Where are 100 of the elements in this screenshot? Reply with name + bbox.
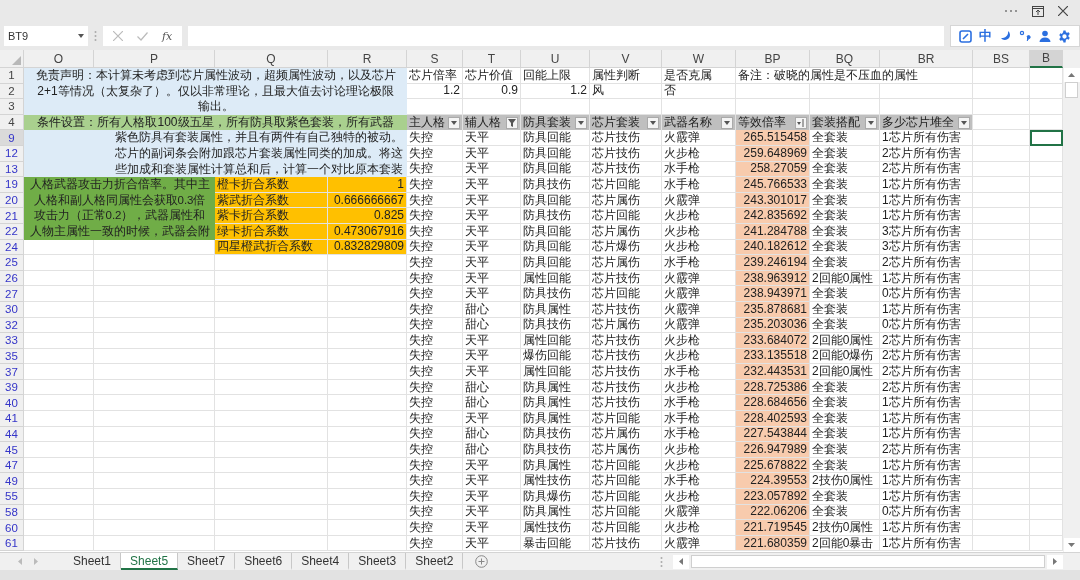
row-header[interactable]: 25 [0, 255, 24, 271]
scroll-right-button[interactable] [1047, 554, 1063, 569]
splitter-icon [94, 30, 97, 42]
row-header[interactable]: 45 [0, 442, 24, 458]
filter-button[interactable] [795, 116, 807, 129]
row-header[interactable]: 3 [0, 99, 24, 115]
table-cell: 天平 [463, 364, 521, 380]
column-header[interactable]: S [407, 50, 463, 68]
user-icon[interactable] [1038, 30, 1051, 42]
row-header[interactable]: 60 [0, 520, 24, 536]
row-header[interactable]: 49 [0, 473, 24, 490]
table-cell: 失控 [407, 255, 463, 271]
filter-button[interactable] [647, 116, 659, 129]
check-icon[interactable] [137, 31, 148, 41]
table-cell: 224.39553 [736, 473, 810, 490]
filter-button[interactable] [865, 116, 877, 129]
row-header[interactable]: 37 [0, 364, 24, 380]
table-cell: 天平 [463, 177, 521, 193]
table-cell: 228.402593 [736, 411, 810, 427]
filter-button[interactable] [506, 116, 518, 129]
insert-function-button[interactable]: fx [162, 29, 173, 43]
table-cell: 水手枪 [662, 411, 736, 427]
column-header[interactable]: BS [973, 50, 1030, 68]
restore-window-icon[interactable] [1032, 5, 1044, 17]
column-header[interactable]: BQ [810, 50, 880, 68]
scrollbar-thumb[interactable] [1065, 82, 1078, 98]
column-title: 等效倍率 [738, 114, 786, 132]
parameter-label: 芯片倍率 [407, 68, 463, 84]
table-cell: 芯片技伤 [590, 364, 662, 380]
row-header[interactable]: 41 [0, 411, 24, 427]
column-header[interactable]: P [94, 50, 215, 68]
table-cell: 芯片回能 [590, 286, 662, 302]
caret-icon [724, 120, 730, 125]
table-cell: 1芯片所有伤害 [880, 473, 973, 490]
filter-button[interactable] [721, 116, 733, 129]
conditions-text: 紫色防具有套装属性，并且有两件有自己独特的被动。 芯片的副词条会附加跟芯片套装属性同类的加成。将这 些加成和套装属性计算总和后，计算一个对比原本套装 [24, 130, 407, 178]
table-cell: 芯片回能 [590, 208, 662, 224]
table-cell: 天平 [463, 286, 521, 302]
table-cell: 1芯片所有伤害 [880, 411, 973, 427]
row-header[interactable]: 55 [0, 489, 24, 505]
table-cell: 防具技伤 [521, 208, 590, 224]
column-header[interactable]: V [590, 50, 662, 68]
table-cell: 2芯片所有伤害 [880, 333, 973, 349]
row-header[interactable]: 9 [0, 130, 24, 146]
table-cell: 天平 [463, 520, 521, 536]
table-cell: 防具回能 [521, 130, 590, 146]
column-header[interactable]: BR [880, 50, 973, 68]
table-cell: 全套装 [810, 442, 880, 458]
row-header[interactable]: 40 [0, 395, 24, 412]
moon-icon[interactable] [999, 30, 1012, 42]
sheet-tab[interactable]: Sheet5 [121, 553, 179, 570]
table-cell: 天平 [463, 130, 521, 146]
table-cell: 失控 [407, 520, 463, 536]
column-header[interactable]: T [463, 50, 521, 68]
parameter-label: 是否克属 [662, 68, 736, 84]
settings-icon[interactable] [1058, 29, 1072, 43]
more-options-icon[interactable] [1004, 9, 1018, 13]
row-header[interactable]: 19 [0, 177, 24, 193]
table-cell: 242.835692 [736, 208, 810, 224]
row-header[interactable]: 27 [0, 286, 24, 302]
column-header[interactable]: Q [215, 50, 328, 68]
right-arrow-icon [34, 558, 38, 565]
filter-button[interactable] [575, 116, 587, 129]
name-box[interactable]: BT9 [4, 26, 88, 46]
table-cell: 芯片属伤 [590, 255, 662, 271]
row-header[interactable]: 21 [0, 208, 24, 224]
left-arrow-icon [18, 558, 22, 565]
table-cell: 天平 [463, 489, 521, 505]
table-cell: 全套装 [810, 411, 880, 427]
scroll-up-button[interactable] [1063, 68, 1080, 82]
column-header[interactable]: U [521, 50, 590, 68]
row-header[interactable]: 1 [0, 68, 24, 84]
scrollbar-thumb[interactable] [691, 555, 1045, 568]
column-header[interactable]: R [328, 50, 407, 68]
table-cell: 1芯片所有伤害 [880, 177, 973, 193]
scroll-left-button[interactable] [673, 554, 689, 569]
table-cell: 芯片回能 [590, 489, 662, 505]
expand-icon[interactable] [958, 29, 972, 43]
column-header[interactable]: B [1030, 50, 1063, 68]
table-cell: 火步枪 [662, 208, 736, 224]
parameter-label: 回能上限 [521, 68, 590, 84]
filter-button[interactable] [958, 116, 970, 129]
table-cell: 天平 [463, 255, 521, 271]
column-header[interactable]: O [24, 50, 94, 68]
filter-button[interactable] [448, 116, 460, 129]
column-header[interactable]: BP [736, 50, 810, 68]
column-header[interactable]: W [662, 50, 736, 68]
selected-cell[interactable] [1030, 130, 1063, 146]
column-title: 套装搭配 [812, 114, 860, 131]
row-header[interactable]: 33 [0, 333, 24, 349]
punctuation-icon[interactable] [1019, 30, 1032, 42]
close-icon[interactable] [1058, 6, 1068, 16]
table-cell: 火步枪 [662, 489, 736, 505]
table-cell: 1芯片所有伤害 [880, 520, 973, 536]
table-cell: 属性技伤 [521, 520, 590, 536]
weapon-note-text: 人格武器攻击力折合倍率。其中主 人格和副人格同属性会获取0.3倍 攻击力（正常0.2），武器属性和 人物主属性一致的时候，武器会附 [24, 177, 215, 240]
scroll-down-button[interactable] [1063, 538, 1080, 552]
table-cell: 失控 [407, 473, 463, 490]
table-cell: 失控 [407, 395, 463, 412]
input-mode-toggle[interactable]: 中 [979, 27, 993, 45]
